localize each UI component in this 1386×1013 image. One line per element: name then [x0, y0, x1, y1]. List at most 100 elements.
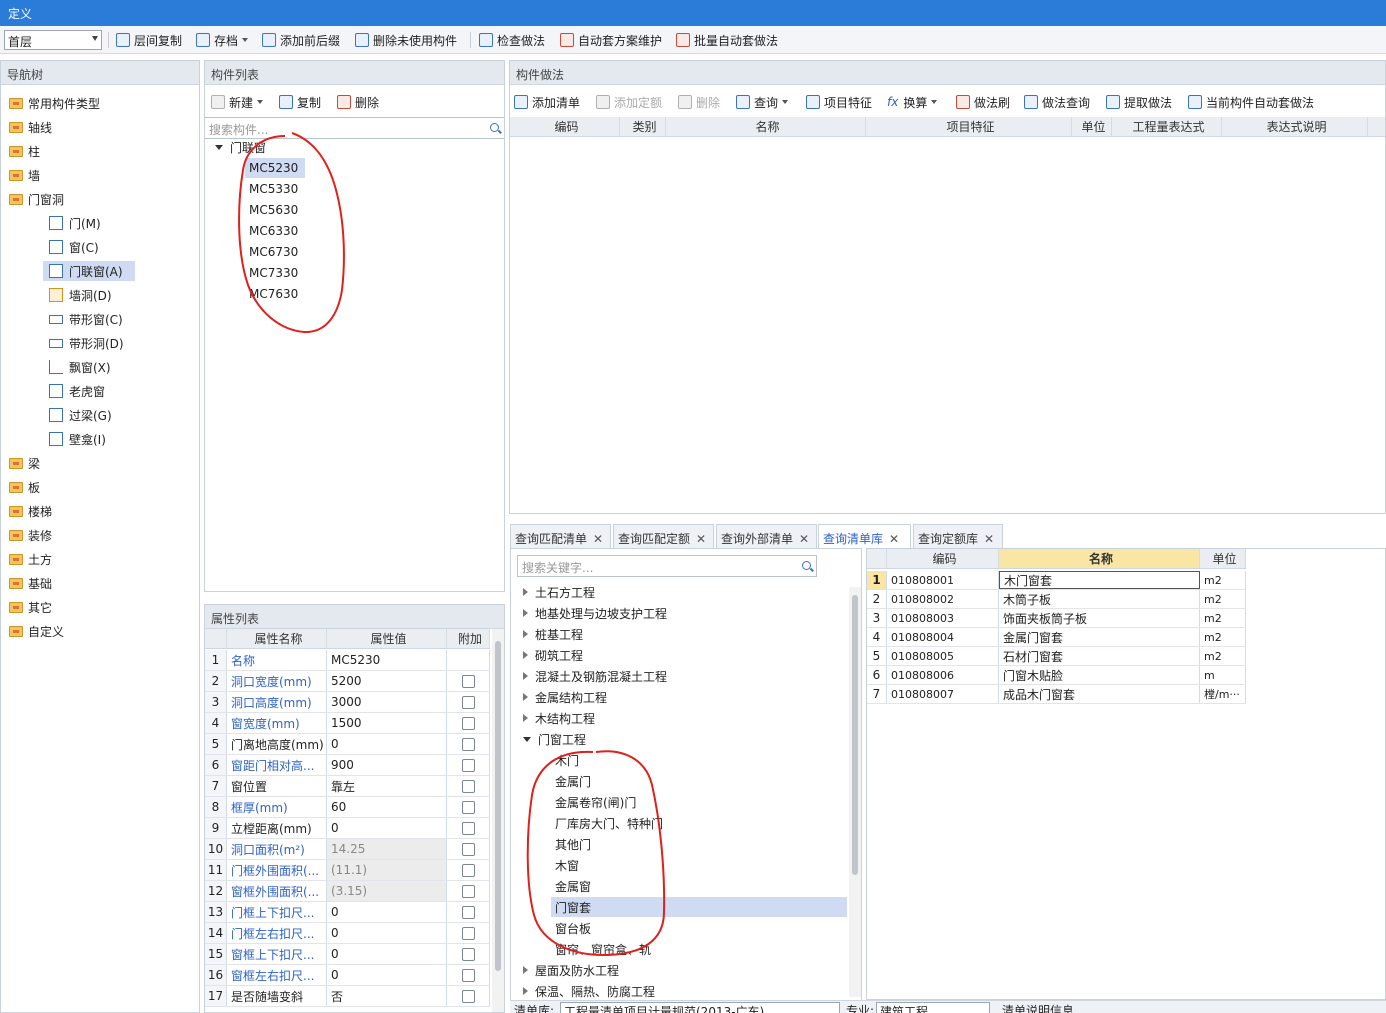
append-checkbox[interactable]	[461, 947, 475, 961]
append-checkbox[interactable]	[461, 989, 475, 1003]
property-value[interactable]: 3000	[327, 692, 447, 712]
nav-subitem[interactable]: 飘窗(X)	[49, 357, 111, 377]
append-checkbox[interactable]	[461, 695, 475, 709]
add-prefix-button[interactable]: 添加前后缀	[262, 31, 340, 49]
property-scrollbar[interactable]	[492, 629, 504, 1012]
nav-item[interactable]: 楼梯	[9, 501, 52, 521]
property-value[interactable]: 900	[327, 755, 447, 775]
append-checkbox[interactable]	[461, 884, 475, 898]
list-tree-leaf[interactable]: 厂库房大门、特种门	[555, 813, 663, 833]
list-tree-leaf[interactable]: 金属门	[555, 771, 591, 791]
result-row[interactable]: 1 010808001 木门窗套 m2	[867, 571, 1246, 590]
component-item[interactable]: MC6730	[249, 242, 298, 262]
convert-button[interactable]: fx 换算	[887, 93, 938, 111]
property-row[interactable]: 12 窗框外围面积(... (3.15)	[205, 881, 490, 902]
property-value[interactable]: 0	[327, 944, 447, 964]
property-row[interactable]: 9 立樘距离(mm) 0	[205, 818, 490, 839]
delete-component-button[interactable]: 删除	[337, 93, 379, 111]
tab-match-list[interactable]: 查询匹配清单 ✕	[510, 524, 611, 548]
list-tree-node[interactable]: 保温、隔热、防腐工程	[523, 981, 655, 998]
extract-method-button[interactable]: 提取做法	[1106, 93, 1172, 111]
component-item[interactable]: MC7630	[249, 284, 298, 304]
property-row[interactable]: 3 洞口高度(mm) 3000	[205, 692, 490, 713]
nav-subitem[interactable]: 壁龛(I)	[49, 429, 106, 449]
nav-item[interactable]: 基础	[9, 573, 52, 593]
property-row[interactable]: 13 门框上下扣尺... 0	[205, 902, 490, 923]
property-row[interactable]: 15 窗框上下扣尺... 0	[205, 944, 490, 965]
property-value[interactable]: 0	[327, 965, 447, 985]
list-tree-node-open[interactable]: 门窗工程	[523, 729, 586, 749]
nav-subitem-selected[interactable]: 门联窗(A)	[43, 261, 135, 281]
property-row[interactable]: 16 窗框左右扣尺... 0	[205, 965, 490, 986]
list-tree-leaf[interactable]: 金属窗	[555, 876, 591, 896]
list-name[interactable]: 饰面夹板筒子板	[999, 609, 1200, 627]
append-checkbox[interactable]	[461, 674, 475, 688]
property-row[interactable]: 1 名称 MC5230	[205, 650, 490, 671]
append-checkbox[interactable]	[461, 737, 475, 751]
nav-item[interactable]: 墙	[9, 165, 40, 185]
result-row[interactable]: 4 010808004 金属门窗套 m2	[867, 628, 1246, 647]
component-item[interactable]: MC5330	[249, 179, 298, 199]
result-row[interactable]: 5 010808005 石材门窗套 m2	[867, 647, 1246, 666]
append-checkbox[interactable]	[461, 926, 475, 940]
nav-item[interactable]: 自定义	[9, 621, 64, 641]
component-item-selected[interactable]: MC5230	[245, 158, 305, 178]
property-row[interactable]: 7 窗位置 靠左	[205, 776, 490, 797]
property-value[interactable]: (3.15)	[327, 881, 447, 901]
append-checkbox[interactable]	[461, 905, 475, 919]
nav-subitem[interactable]: 门(M)	[49, 213, 101, 233]
list-name[interactable]: 金属门窗套	[999, 628, 1200, 646]
tab-match-quota[interactable]: 查询匹配定额 ✕	[613, 524, 714, 548]
property-value[interactable]: (11.1)	[327, 860, 447, 880]
append-checkbox[interactable]	[461, 863, 475, 877]
list-name[interactable]: 成品木门窗套	[999, 685, 1200, 703]
nav-item[interactable]: 轴线	[9, 117, 52, 137]
nav-subitem[interactable]: 老虎窗	[49, 381, 105, 401]
nav-subitem[interactable]: 窗(C)	[49, 237, 99, 257]
property-value[interactable]: 5200	[327, 671, 447, 691]
method-brush-button[interactable]: 做法刷	[956, 93, 1010, 111]
property-value[interactable]: MC5230	[327, 650, 447, 670]
floor-select[interactable]: 首层	[4, 30, 102, 50]
scrollbar-thumb[interactable]	[495, 641, 501, 971]
property-row[interactable]: 11 门框外围面积(... (11.1)	[205, 860, 490, 881]
result-row[interactable]: 6 010808006 门窗木贴脸 m	[867, 666, 1246, 685]
expand-arrow-icon[interactable]	[523, 588, 528, 596]
query-button[interactable]: 查询	[736, 93, 789, 111]
list-tree-node[interactable]: 土石方工程	[523, 582, 595, 602]
nav-item[interactable]: 柱	[9, 141, 40, 161]
property-value[interactable]: 0	[327, 818, 447, 838]
property-value[interactable]: 靠左	[327, 776, 447, 796]
copy-component-button[interactable]: 复制	[279, 93, 321, 111]
tree-scrollbar[interactable]	[849, 587, 861, 997]
close-icon[interactable]: ✕	[593, 532, 603, 546]
list-tree-leaf[interactable]: 窗台板	[555, 918, 591, 938]
result-row[interactable]: 2 010808002 木筒子板 m2	[867, 590, 1246, 609]
result-row[interactable]: 7 010808007 成品木门窗套 樘/m···	[867, 685, 1246, 704]
item-feature-button[interactable]: 项目特征	[806, 93, 872, 111]
collapse-arrow-icon[interactable]	[523, 736, 531, 742]
scrollbar-thumb[interactable]	[852, 595, 858, 875]
keyword-search-input[interactable]: 搜索关键字...	[517, 555, 817, 577]
nav-item[interactable]: 梁	[9, 453, 40, 473]
list-tree-leaf[interactable]: 木门	[555, 750, 579, 770]
method-query-button[interactable]: 做法查询	[1024, 93, 1090, 111]
property-value[interactable]: 0	[327, 902, 447, 922]
list-name[interactable]: 木门窗套	[999, 571, 1200, 589]
append-checkbox[interactable]	[461, 716, 475, 730]
append-checkbox[interactable]	[461, 758, 475, 772]
property-value[interactable]: 0	[327, 923, 447, 943]
archive-button[interactable]: 存档	[196, 31, 249, 49]
tab-external-list[interactable]: 查询外部清单 ✕	[716, 524, 817, 548]
nav-item[interactable]: 门窗洞	[9, 189, 64, 209]
copy-floor-button[interactable]: 层间复制	[116, 31, 182, 49]
component-item[interactable]: MC5630	[249, 200, 298, 220]
append-checkbox[interactable]	[461, 779, 475, 793]
property-value[interactable]: 0	[327, 734, 447, 754]
batch-auto-method-button[interactable]: 批量自动套做法	[676, 31, 778, 49]
append-checkbox[interactable]	[461, 821, 475, 835]
property-value[interactable]: 否	[327, 986, 447, 1006]
delete-unused-button[interactable]: 删除未使用构件	[355, 31, 457, 49]
list-tree-node[interactable]: 混凝土及钢筋混凝土工程	[523, 666, 667, 686]
property-row[interactable]: 4 窗宽度(mm) 1500	[205, 713, 490, 734]
